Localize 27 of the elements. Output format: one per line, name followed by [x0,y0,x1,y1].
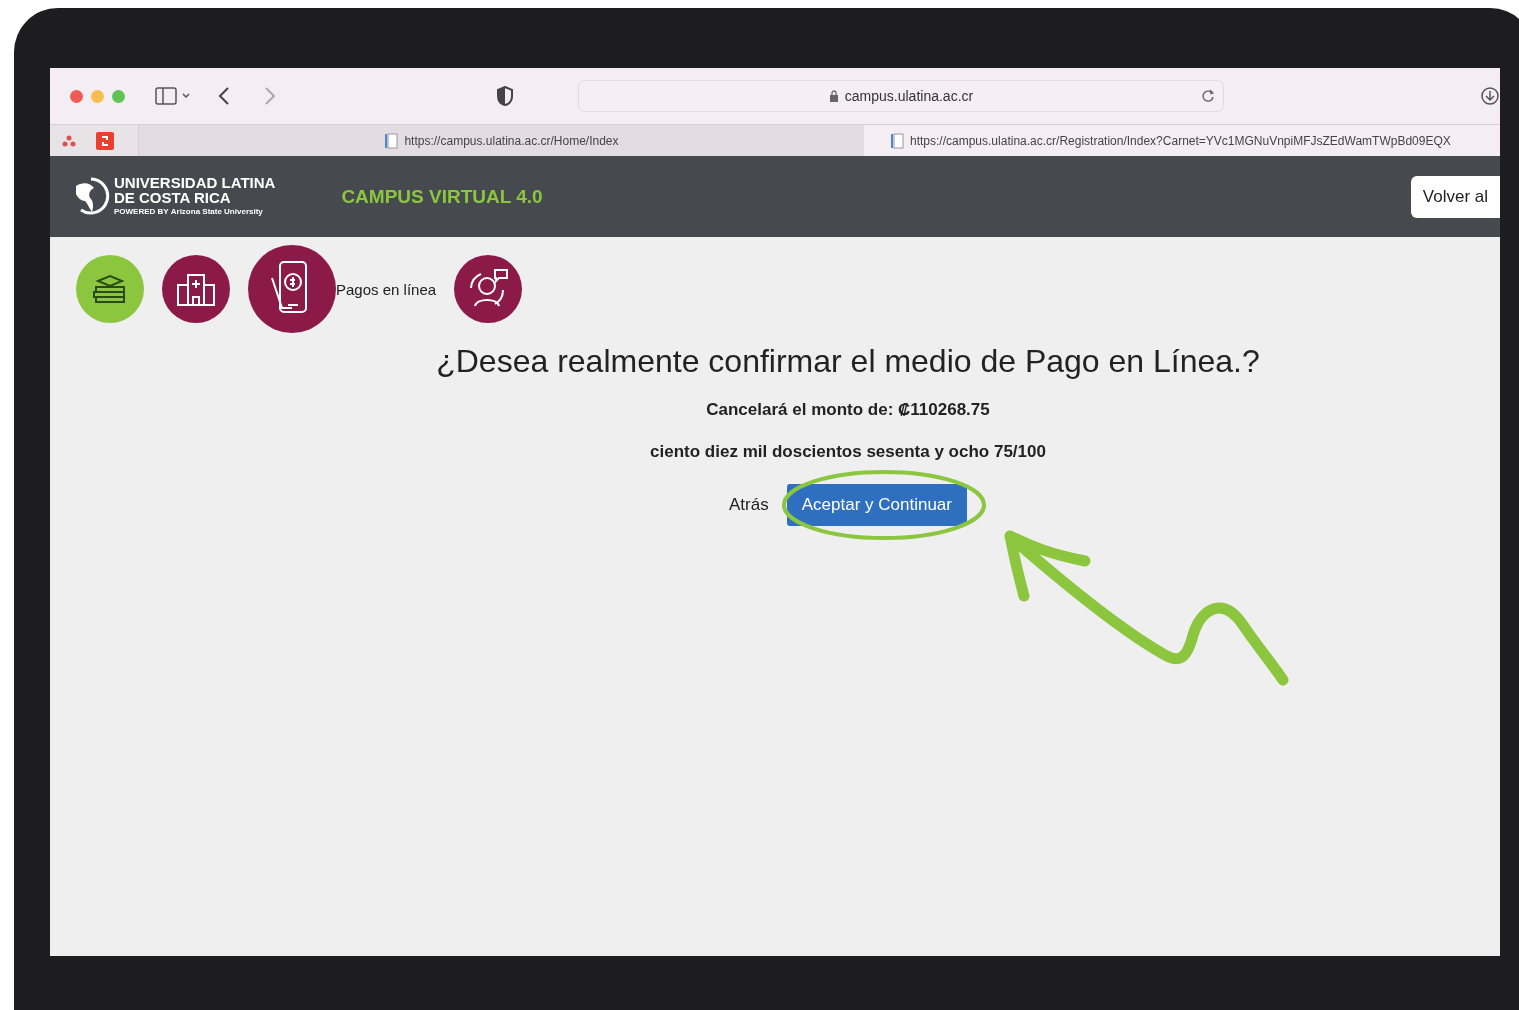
logo-text: DE COSTA RICA [114,189,232,205]
amount-words-text: ciento diez mil doscientos sesenta y ocho 75/100 [650,442,1046,462]
clinic-building-icon [174,271,218,307]
accept-continue-button[interactable]: Aceptar y Continuar [786,484,967,526]
back-icon[interactable] [217,86,231,106]
shield-icon[interactable] [496,86,514,106]
address-bar[interactable]: campus.ulatina.ac.cr [578,80,1224,112]
browser-tab[interactable]: https://campus.ulatina.ac.cr/Registration/Index?Carnet=YVc1MGNuVnpiMFJsZEdWamTWpBd09EQX [864,125,1500,156]
back-button[interactable]: Volver al [1410,175,1500,218]
page-icon [384,132,399,149]
nav-label: Pagos en línea [336,280,437,298]
lock-icon [828,90,839,102]
site-title: CAMPUS VIRTUAL 4.0 [341,185,543,208]
download-icon[interactable] [1480,86,1500,106]
logo-text: POWERED BY Arizona State University [114,205,264,218]
browser-tab[interactable]: https://campus.ulatina.ac.cr/Home/Index [139,125,864,156]
bookmark-app-icon[interactable] [96,131,114,150]
page-icon [890,132,904,149]
amount-text: Cancelará el monto de: ₡110268.75 [706,400,990,420]
dialog-title: ¿Desea realmente confirmar el medio de Pago en Línea.? [436,343,1260,380]
close-window-icon[interactable] [70,89,83,103]
address-text: campus.ulatina.ac.cr [844,88,974,104]
logo-text: UNIVERSIDAD LATINA [114,174,276,190]
sidebar-icon[interactable] [155,87,191,105]
dots-icon[interactable] [62,134,76,147]
back-link[interactable]: Atrás [729,495,769,515]
reload-icon[interactable] [1201,89,1215,103]
